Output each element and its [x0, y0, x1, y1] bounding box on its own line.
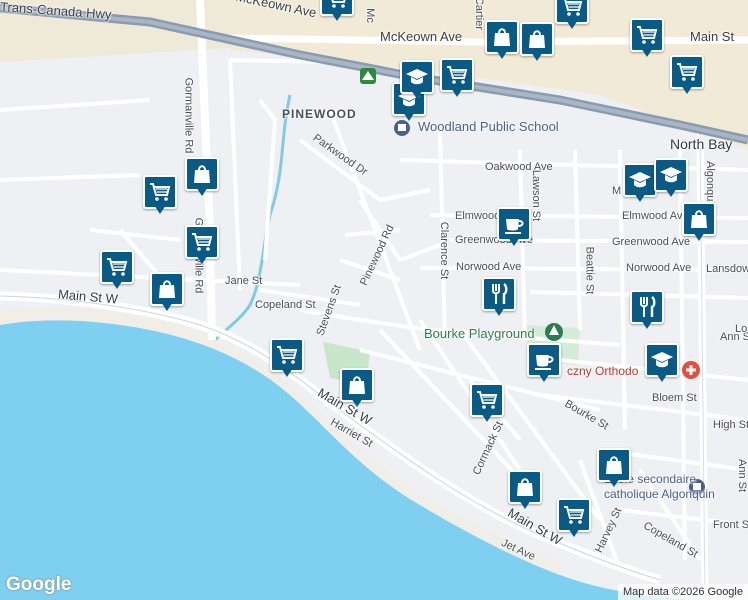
- road-label-gormanville-1: Gormanville Rd: [182, 77, 195, 154]
- road-label-ann-bottom: Ann St: [736, 458, 748, 493]
- map-attribution[interactable]: Map data ©2026 Google: [617, 584, 748, 600]
- restaurant-pin[interactable]: [482, 277, 516, 319]
- road-label-copeland-left: Copeland St: [255, 299, 316, 311]
- shopping-bag-pin[interactable]: [485, 20, 519, 62]
- road-label-greenwood-right: Greenwood Ave: [612, 236, 691, 248]
- school-label[interactable]: Woodland Public School: [418, 120, 559, 133]
- shopping-bag-pin[interactable]: [150, 272, 184, 314]
- neighborhood-label: PINEWOOD: [282, 107, 357, 121]
- cafe-pin[interactable]: [497, 207, 531, 249]
- shopping-cart-pin[interactable]: [143, 175, 177, 217]
- road-label-lansdowne: Lansdowne: [706, 263, 748, 275]
- road-label-m: M: [612, 185, 622, 197]
- road-label-norwood-right: Norwood Ave: [626, 262, 692, 274]
- road-label-norwood-left: Norwood Ave: [456, 261, 522, 273]
- road-label-bloem: Bloem St: [652, 392, 697, 404]
- road-label-beattie: Beattie St: [583, 246, 596, 295]
- road-label-high: High St: [713, 419, 748, 431]
- cafe-pin[interactable]: [527, 343, 561, 385]
- school-pin[interactable]: [400, 60, 434, 102]
- city-label: North Bay: [670, 136, 733, 152]
- road-label-front: Front St: [713, 519, 748, 531]
- shopping-cart-pin[interactable]: [630, 18, 664, 60]
- road-label-elmwood-right: Elmwood Ave: [622, 210, 689, 222]
- road-label-oakwood: Oakwood Ave: [485, 161, 553, 173]
- school-pin[interactable]: [623, 163, 657, 205]
- shopping-cart-pin[interactable]: [670, 55, 704, 97]
- shopping-bag-pin[interactable]: [185, 157, 219, 199]
- shopping-bag-pin[interactable]: [508, 470, 542, 512]
- shopping-bag-pin[interactable]: [682, 202, 716, 244]
- road-label-cartier: Cartier: [473, 0, 486, 31]
- school-pin[interactable]: [645, 343, 679, 385]
- google-logo: Google: [6, 574, 72, 595]
- road-label-mckeown: McKeown Ave: [380, 29, 463, 44]
- road-label-main-st-top: Main St: [690, 29, 735, 44]
- map-canvas[interactable]: Trans-Canada Hwy McKeown Ave McKeown Ave…: [0, 0, 748, 600]
- school-pin[interactable]: [654, 158, 688, 200]
- shopping-cart-pin[interactable]: [470, 383, 504, 425]
- road-label-jane: Jane St: [225, 275, 263, 287]
- road-label-lawson: Lawson St: [530, 169, 543, 222]
- shopping-cart-pin[interactable]: [440, 58, 474, 100]
- shopping-cart-pin[interactable]: [555, 0, 589, 32]
- shopping-cart-pin[interactable]: [270, 338, 304, 380]
- shopping-cart-pin[interactable]: [185, 225, 219, 267]
- shopping-cart-pin[interactable]: [557, 498, 591, 540]
- shopping-bag-pin[interactable]: [597, 448, 631, 490]
- restaurant-pin[interactable]: [630, 290, 664, 332]
- park-label[interactable]: Bourke Playground: [424, 327, 535, 340]
- church-label[interactable]: czny Orthodo: [567, 365, 638, 377]
- road-label-mc: Mc: [363, 8, 376, 23]
- road-label-clarence: Clarence St: [438, 221, 451, 280]
- shopping-cart-pin[interactable]: [100, 250, 134, 292]
- shopping-bag-pin[interactable]: [340, 368, 374, 410]
- road-label-lo: Lo: [735, 323, 748, 335]
- shopping-cart-pin[interactable]: [320, 0, 354, 24]
- shopping-bag-pin[interactable]: [520, 22, 554, 64]
